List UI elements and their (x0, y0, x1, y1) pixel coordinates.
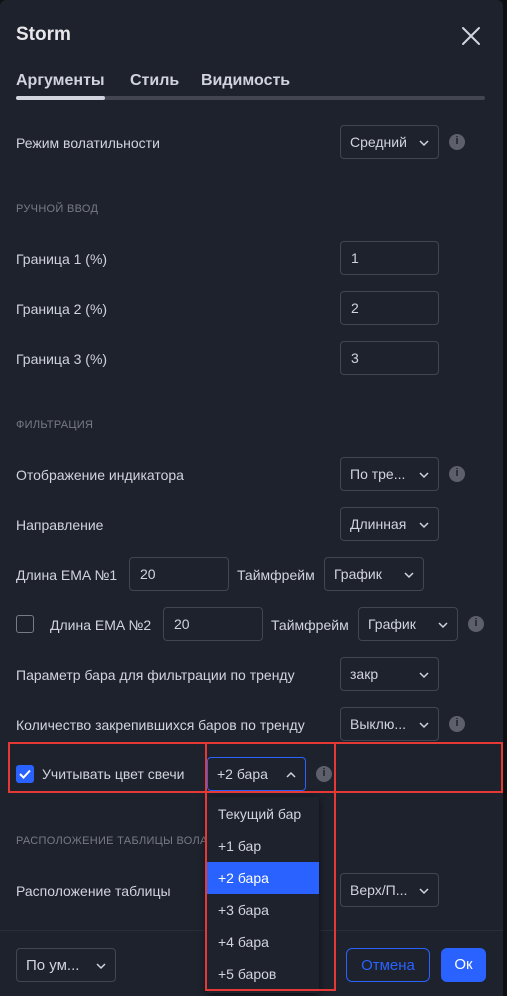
defaults-select[interactable]: По ум... (16, 948, 116, 982)
ema2-timeframe-select[interactable]: График (358, 607, 458, 641)
volatility-select[interactable]: Средний (340, 125, 439, 159)
chevron-down-icon (419, 672, 429, 679)
ema2-checkbox[interactable] (16, 615, 34, 633)
indicator-display-value: По тре... (350, 466, 406, 482)
volatility-value: Средний (350, 134, 407, 150)
info-icon[interactable]: i (449, 466, 465, 482)
bound2-label: Граница 2 (%) (16, 301, 108, 317)
window-edge (503, 0, 507, 996)
cancel-button[interactable]: Отмена (346, 948, 430, 982)
chevron-down-icon (419, 522, 429, 529)
bound1-label: Граница 1 (%) (16, 251, 108, 267)
indicator-settings-dialog: Storm Аргументы Стиль Видимость Режим во… (0, 0, 503, 996)
ema2-input[interactable]: 20 (163, 607, 263, 641)
bound1-input[interactable]: 1 (340, 241, 439, 275)
section-table-position: РАСПОЛОЖЕНИЕ ТАБЛИЦЫ ВОЛА (16, 835, 208, 847)
bar-param-value: закр (350, 666, 379, 682)
ema1-label: Длина EMA №1 (16, 567, 118, 583)
ema1-timeframe-select[interactable]: График (324, 557, 424, 591)
table-position-value: Верх/П... (350, 882, 408, 898)
highlight-dropdown-box (205, 742, 336, 991)
table-position-select[interactable]: Верх/П... (340, 873, 439, 907)
direction-value: Длинная (350, 516, 407, 532)
tab-active-indicator (16, 96, 105, 100)
defaults-value: По ум... (26, 957, 80, 974)
bound2-value: 2 (351, 300, 359, 316)
bound3-value: 3 (351, 350, 359, 366)
bound2-input[interactable]: 2 (340, 291, 439, 325)
indicator-display-label: Отображение индикатора (16, 467, 184, 483)
chevron-down-icon (404, 572, 414, 579)
bars-count-label: Количество закрепившихся баров по тренду (16, 717, 305, 733)
bound3-label: Граница 3 (%) (16, 351, 108, 367)
bound3-input[interactable]: 3 (340, 341, 439, 375)
ema1-value: 20 (140, 566, 156, 582)
bars-count-select[interactable]: Выклю... (340, 707, 439, 741)
ema1-timeframe-label: Таймфрейм (237, 567, 315, 583)
ema1-input[interactable]: 20 (129, 557, 229, 591)
ema2-label: Длина EMA №2 (50, 617, 152, 633)
tab-style[interactable]: Стиль (130, 72, 179, 90)
bound1-value: 1 (351, 250, 359, 266)
ema2-timeframe-label: Таймфрейм (271, 617, 349, 633)
indicator-display-select[interactable]: По тре... (340, 457, 439, 491)
close-icon[interactable] (459, 24, 483, 48)
bar-param-select[interactable]: закр (340, 657, 439, 691)
chevron-down-icon (419, 472, 429, 479)
ema2-value: 20 (174, 616, 190, 632)
volatility-label: Режим волатильности (16, 135, 160, 151)
bars-count-value: Выклю... (350, 716, 407, 732)
dialog-title: Storm (16, 24, 71, 45)
info-icon[interactable]: i (449, 716, 465, 732)
ema2-timeframe-value: График (368, 616, 416, 632)
direction-select[interactable]: Длинная (340, 507, 439, 541)
ok-button[interactable]: Ок (441, 948, 486, 982)
direction-label: Направление (16, 517, 104, 533)
tab-arguments[interactable]: Аргументы (16, 72, 105, 90)
section-manual-input: РУЧНОЙ ВВОД (16, 203, 99, 215)
chevron-down-icon (419, 140, 429, 147)
chevron-down-icon (438, 622, 448, 629)
table-position-label: Расположение таблицы (16, 883, 171, 899)
tab-visibility[interactable]: Видимость (201, 72, 290, 90)
chevron-down-icon (419, 722, 429, 729)
section-filtering: ФИЛЬТРАЦИЯ (16, 419, 94, 431)
chevron-down-icon (419, 888, 429, 895)
chevron-down-icon (96, 963, 106, 970)
ema1-timeframe-value: График (334, 566, 382, 582)
info-icon[interactable]: i (468, 616, 484, 632)
bar-param-label: Параметр бара для фильтрации по тренду (16, 667, 295, 683)
info-icon[interactable]: i (449, 134, 465, 150)
